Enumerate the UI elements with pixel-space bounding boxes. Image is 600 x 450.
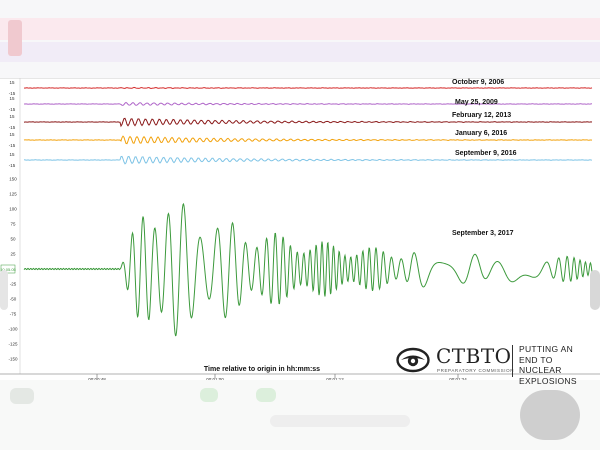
blurred-element [0,270,8,310]
series-label: January 6, 2016 [455,130,507,137]
series-label: May 25, 2009 [455,99,498,106]
series-line-1 [23,101,593,106]
series-line-0 [23,86,593,89]
logo-tagline: PUTTING AN END TO NUCLEAR EXPLOSIONS [519,344,586,386]
trace-scale-label: 15 [9,114,15,119]
series-label: February 12, 2013 [452,112,511,119]
series-label: October 9, 2006 [452,79,504,86]
trace-scale-label: 15 [9,96,15,101]
y-tick-label: -100 [8,327,18,332]
blurred-element [270,415,410,427]
tagline-line: END TO NUCLEAR [519,354,562,376]
series-line-3 [23,135,593,145]
blurred-mark [8,20,22,56]
blurred-band [0,42,600,62]
y-tick-label: 50 [10,237,16,242]
blurred-band [0,18,600,40]
trace-scale-label: 15 [9,152,15,157]
y-tick-label: -25 [10,282,17,287]
trace-scale-label: -15 [9,143,16,148]
tagline-line: EXPLOSIONS [519,375,577,386]
y-tick-label: 100 [9,207,17,212]
series-line-5 [23,202,593,337]
logo-name: CTBTO [436,344,512,368]
trace-scale-label: 15 [9,132,15,137]
blurred-element [200,388,218,402]
blurred-element [520,390,580,440]
y-tick-label: 125 [9,192,17,197]
ctbto-logo: CTBTO PREPARATORY COMMISSION PUTTING AN … [396,343,586,386]
y-tick-label: 75 [10,222,16,227]
blurred-element [590,270,600,310]
trace-scale-label: -15 [9,125,16,130]
y-tick-label: -75 [10,312,17,317]
y-tick-label: -50 [10,297,17,302]
y-tick-label: -125 [8,342,18,347]
trace-scale-label: -15 [9,107,16,112]
ctbto-emblem-icon [396,347,430,373]
y-tick-label: 150 [9,177,17,182]
series-line-4 [23,155,593,165]
seismogram-chart: 15 -15 October 9, 2006 15 -15 May 25, 2009 15 -… [0,78,600,380]
series-label: September 9, 2016 [455,150,517,157]
trace-scale-label: -15 [9,163,16,168]
trace-scale-label: 15 [9,80,15,85]
y-tick-label: -150 [8,357,18,362]
blurred-element [256,388,276,402]
logo-subtitle: PREPARATORY COMMISSION [437,368,515,373]
x-axis-title: Time relative to origin in hh:mm:ss [204,366,320,373]
series-line-2 [23,117,593,128]
blurred-element [10,388,34,404]
y-tick-label: 25 [10,252,16,257]
blurred-header [0,0,600,80]
series-label: September 3, 2017 [452,230,514,237]
logo-divider [512,345,513,377]
tagline-line: PUTTING AN [519,344,574,354]
